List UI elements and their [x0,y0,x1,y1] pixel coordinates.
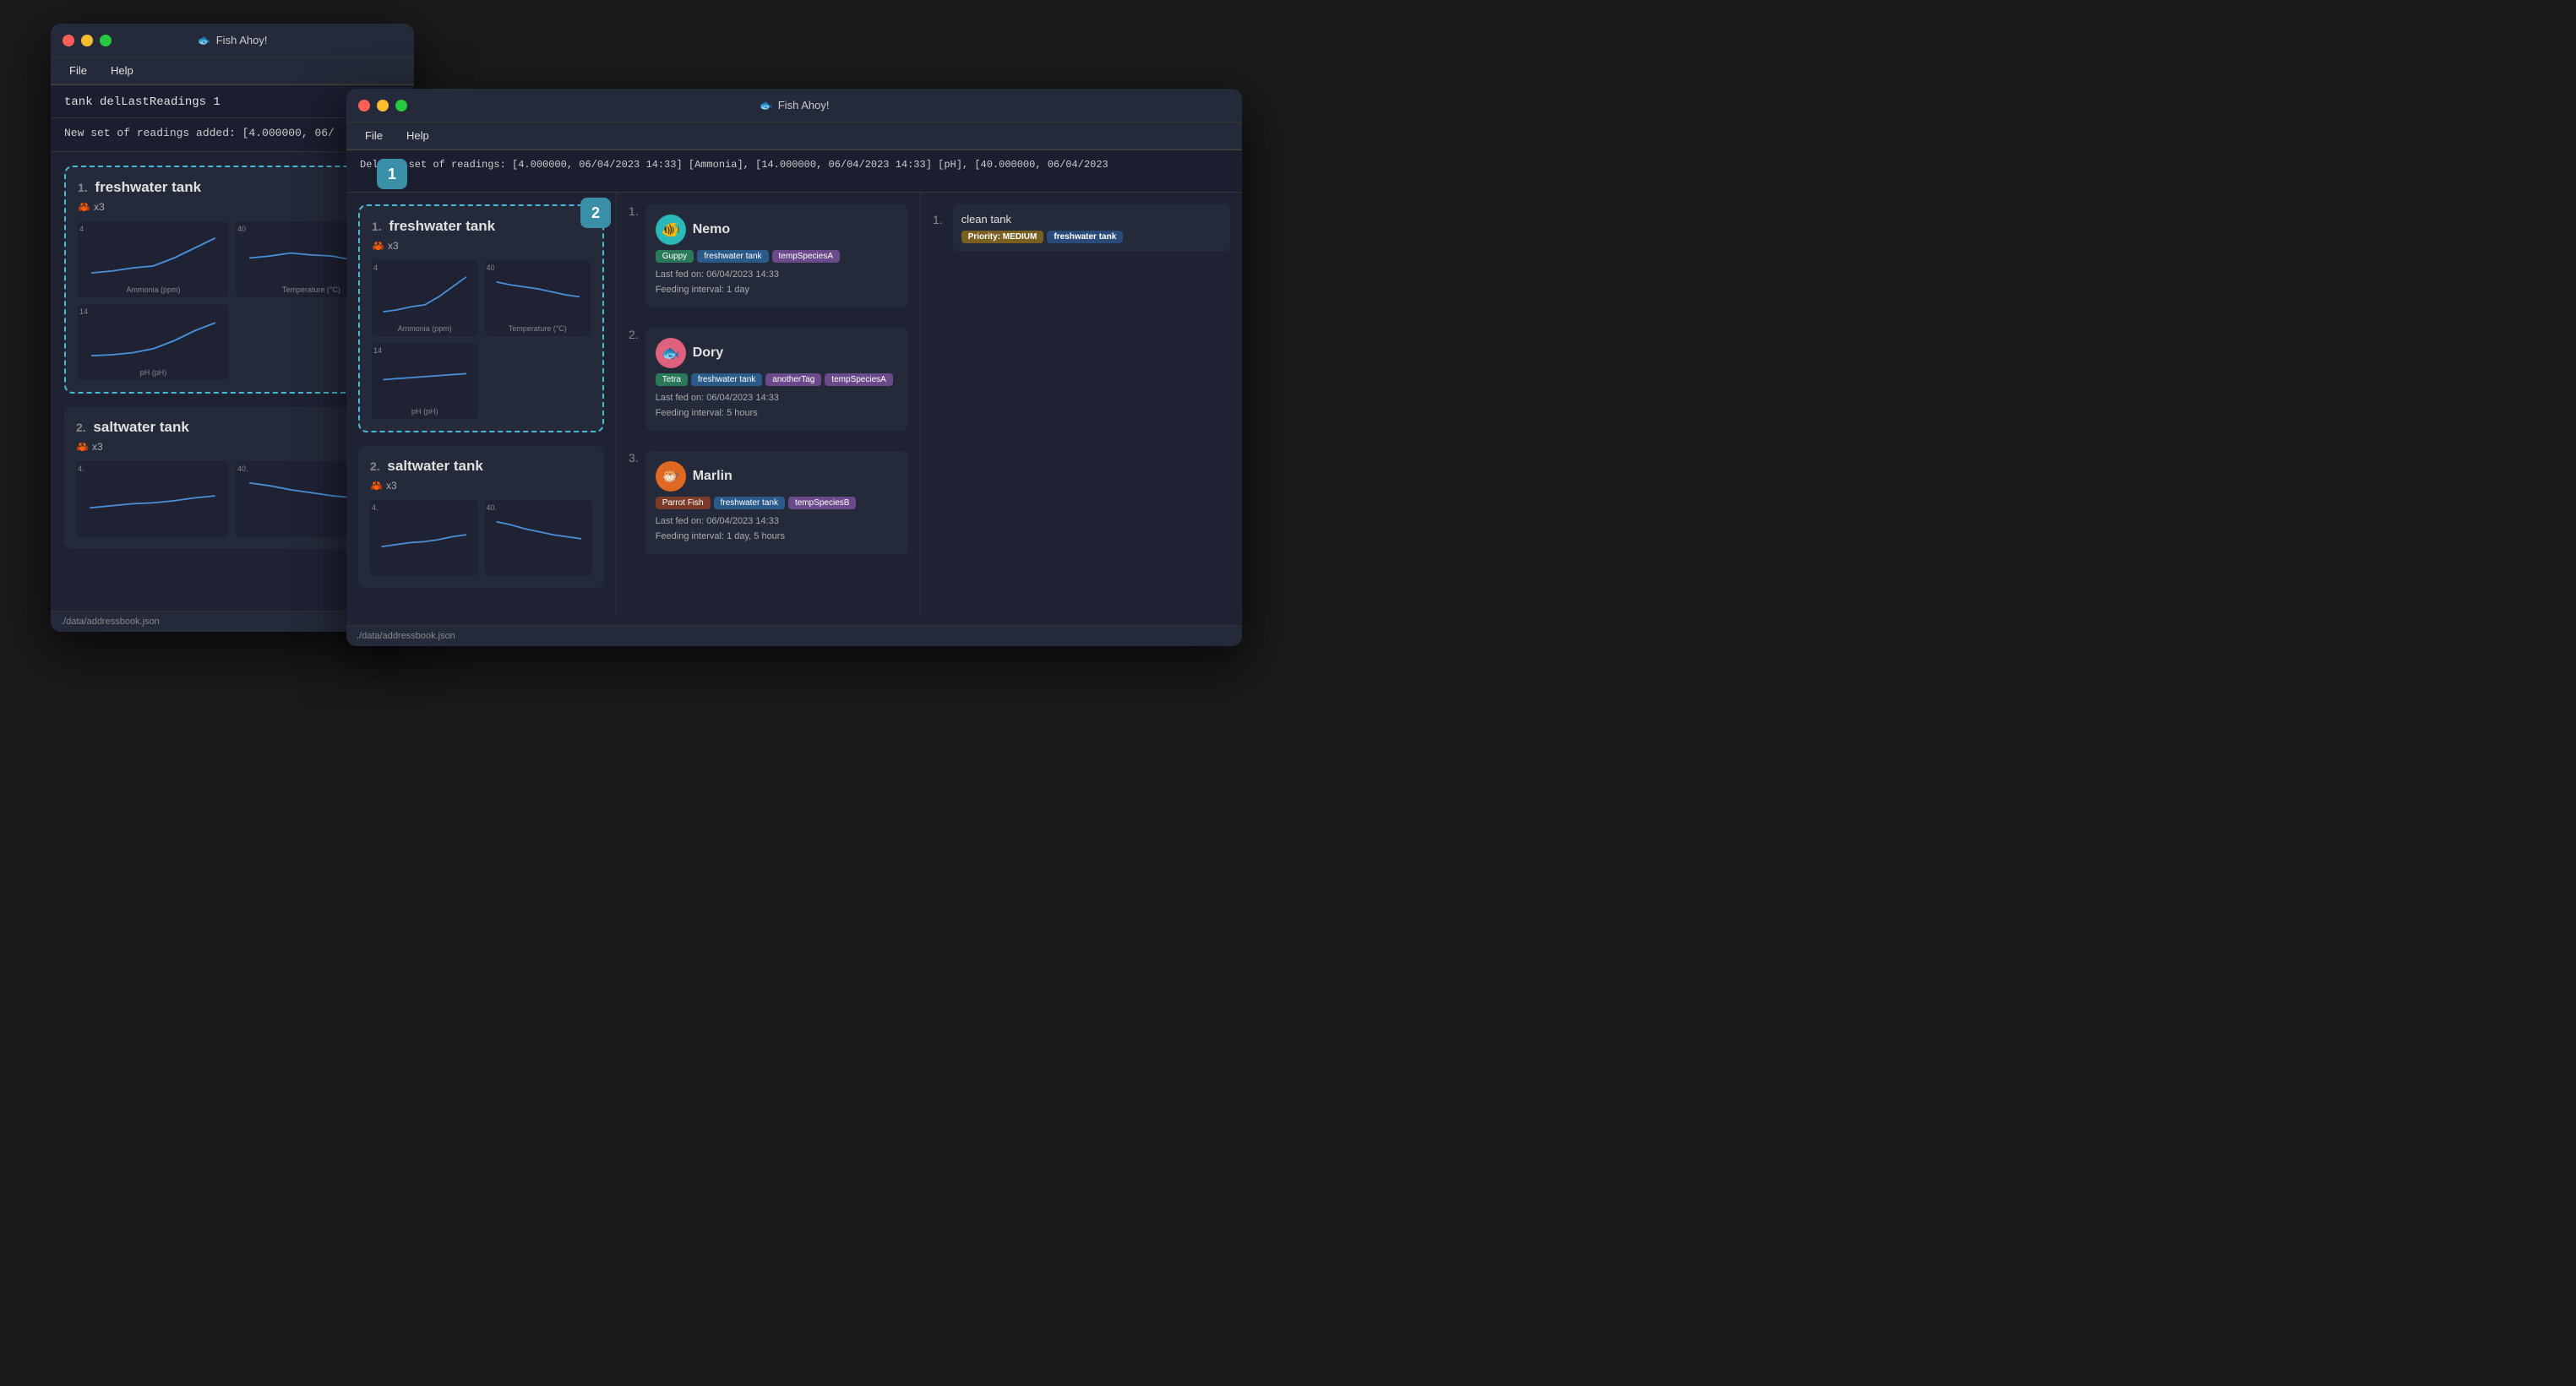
fish-card-marlin[interactable]: 🐡 Marlin Parrot Fish freshwater tank tem… [645,451,908,554]
tank-fish-count-w2-1: 🦀 x3 [372,240,591,252]
tank-title-w2-1: 1. freshwater tank [372,218,591,235]
file-menu-2[interactable]: File [360,128,388,144]
charts-grid-w2-1: 4 Ammonia (ppm) 40 Temperature (°C) [372,260,591,419]
maximize-button-2[interactable] [395,100,407,111]
task-tags-1: Priority: MEDIUM freshwater tank [961,231,1222,243]
tank-fish-count-2: 🦀 x3 [76,441,389,453]
fish-name-marlin: Marlin [693,469,732,484]
file-menu-1[interactable]: File [64,63,92,79]
priority-tag-medium: Priority: MEDIUM [961,231,1044,243]
close-button-1[interactable] [63,35,74,46]
tag-guppy: Guppy [656,250,694,263]
tank-badge-1: 1 [377,159,407,189]
tags-row-dory: Tetra freshwater tank anotherTag tempSpe… [656,373,898,386]
tag-freshwater-dory: freshwater tank [691,373,762,386]
fish-avatar-dory: 🐟 [656,338,686,368]
output-area-2: Deleted set of readings: [4.000000, 06/0… [346,150,1242,193]
fish-avatar-nemo: 🐠 [656,215,686,245]
tank-title-2: 2. saltwater tank [76,419,389,436]
temp-chart-w2-1: 40 Temperature (°C) [485,260,591,336]
ph-chart-w2-1: 14 pH (pH) [372,343,478,419]
fish-name-row-marlin: 🐡 Marlin [656,461,898,492]
task-name-1: clean tank [961,213,1222,226]
tag-freshwater-nemo: freshwater tank [697,250,768,263]
tag-parrotfish: Parrot Fish [656,497,711,509]
charts-grid-2: 4. 40. [76,461,389,537]
tag-anothertag: anotherTag [765,373,821,386]
fish-name-row-dory: 🐟 Dory [656,338,898,368]
fish-avatar-marlin: 🐡 [656,461,686,492]
fish-name-dory: Dory [693,345,723,361]
minimize-button-1[interactable] [81,35,93,46]
fish-list-row-3: 3. 🐡 Marlin Parrot Fish freshwater tank … [629,451,908,564]
charts-grid-w2-2: 4. 40. [370,500,592,576]
task-card-1[interactable]: clean tank Priority: MEDIUM freshwater t… [953,204,1230,252]
tank-fish-count-w2-2: 🦀 x3 [370,480,592,492]
help-menu-2[interactable]: Help [401,128,434,144]
menubar-1: File Help [51,57,414,84]
tank-title-1: 1. freshwater tank [78,179,387,196]
tank-card-w2-2[interactable]: 2. saltwater tank 🦀 x3 4. 40. [358,446,604,588]
traffic-lights-1 [63,35,112,46]
fish-card-nemo[interactable]: 🐠 Nemo Guppy freshwater tank tempSpecies… [645,204,908,307]
fish-list-row-2: 2. 🐟 Dory Tetra freshwater tank anotherT… [629,328,908,441]
task-row-1: 1. clean tank Priority: MEDIUM freshwate… [933,204,1230,258]
tag-tetra: Tetra [656,373,688,386]
ammonia-chart-2: 4. [76,461,229,537]
fish-list-row-1: 1. 🐠 Nemo Guppy freshwater tank tempSpec… [629,204,908,318]
tag-tempspeciesa-dory: tempSpeciesA [825,373,892,386]
ammonia-chart-w2-1: 4 Ammonia (ppm) [372,260,478,336]
tank-title-w2-2: 2. saltwater tank [370,458,592,475]
temp-chart-w2-2: 40. [485,500,593,576]
titlebar-2: 🐟 Fish Ahoy! [346,89,1242,122]
traffic-lights-2 [358,100,407,111]
ammonia-chart-w2-2: 4. [370,500,478,576]
priority-tag-tank: freshwater tank [1047,231,1123,243]
tank-badge-w2-1: 2 [580,198,611,228]
close-button-2[interactable] [358,100,370,111]
fish-info-nemo: Last fed on: 06/04/2023 14:33 Feeding in… [656,268,898,297]
titlebar-1: 🐟 Fish Ahoy! [51,24,414,57]
fish-name-row-nemo: 🐠 Nemo [656,215,898,245]
fish-card-dory[interactable]: 🐟 Dory Tetra freshwater tank anotherTag … [645,328,908,431]
tasks-panel: 1. clean tank Priority: MEDIUM freshwate… [921,193,1242,615]
main-content: 2 1. freshwater tank 🦀 x3 4 Ammonia (p [346,193,1242,615]
statusbar-2: ./data/addressbook.json [346,625,1242,646]
tank-card-w2-1[interactable]: 2 1. freshwater tank 🦀 x3 4 Ammonia (p [358,204,604,432]
tags-row-marlin: Parrot Fish freshwater tank tempSpeciesB [656,497,898,509]
tanks-panel: 2 1. freshwater tank 🦀 x3 4 Ammonia (p [346,193,617,615]
ph-chart-1: 14 pH (pH) [78,304,229,380]
window-title-1: 🐟 Fish Ahoy! [198,34,268,47]
tag-tempspeciesb: tempSpeciesB [788,497,856,509]
menubar-2: File Help [346,122,1242,149]
tag-tempspeciesa-nemo: tempSpeciesA [772,250,840,263]
tags-row-nemo: Guppy freshwater tank tempSpeciesA [656,250,898,263]
window-title-2: 🐟 Fish Ahoy! [760,99,830,112]
tank-fish-count-1: 🦀 x3 [78,201,387,213]
fish-info-dory: Last fed on: 06/04/2023 14:33 Feeding in… [656,391,898,421]
fish-info-marlin: Last fed on: 06/04/2023 14:33 Feeding in… [656,514,898,544]
maximize-button-1[interactable] [100,35,112,46]
minimize-button-2[interactable] [377,100,389,111]
fish-panel: 1. 🐠 Nemo Guppy freshwater tank tempSpec… [617,193,921,615]
ammonia-chart-1: 4 Ammonia (ppm) [78,221,229,297]
tag-freshwater-marlin: freshwater tank [714,497,785,509]
charts-grid-1: 4 Ammonia (ppm) 40 Temperature (°C) 14 [78,221,387,380]
help-menu-1[interactable]: Help [106,63,139,79]
window-2: 🐟 Fish Ahoy! File Help Deleted set of re… [346,89,1242,646]
fish-name-nemo: Nemo [693,222,730,237]
